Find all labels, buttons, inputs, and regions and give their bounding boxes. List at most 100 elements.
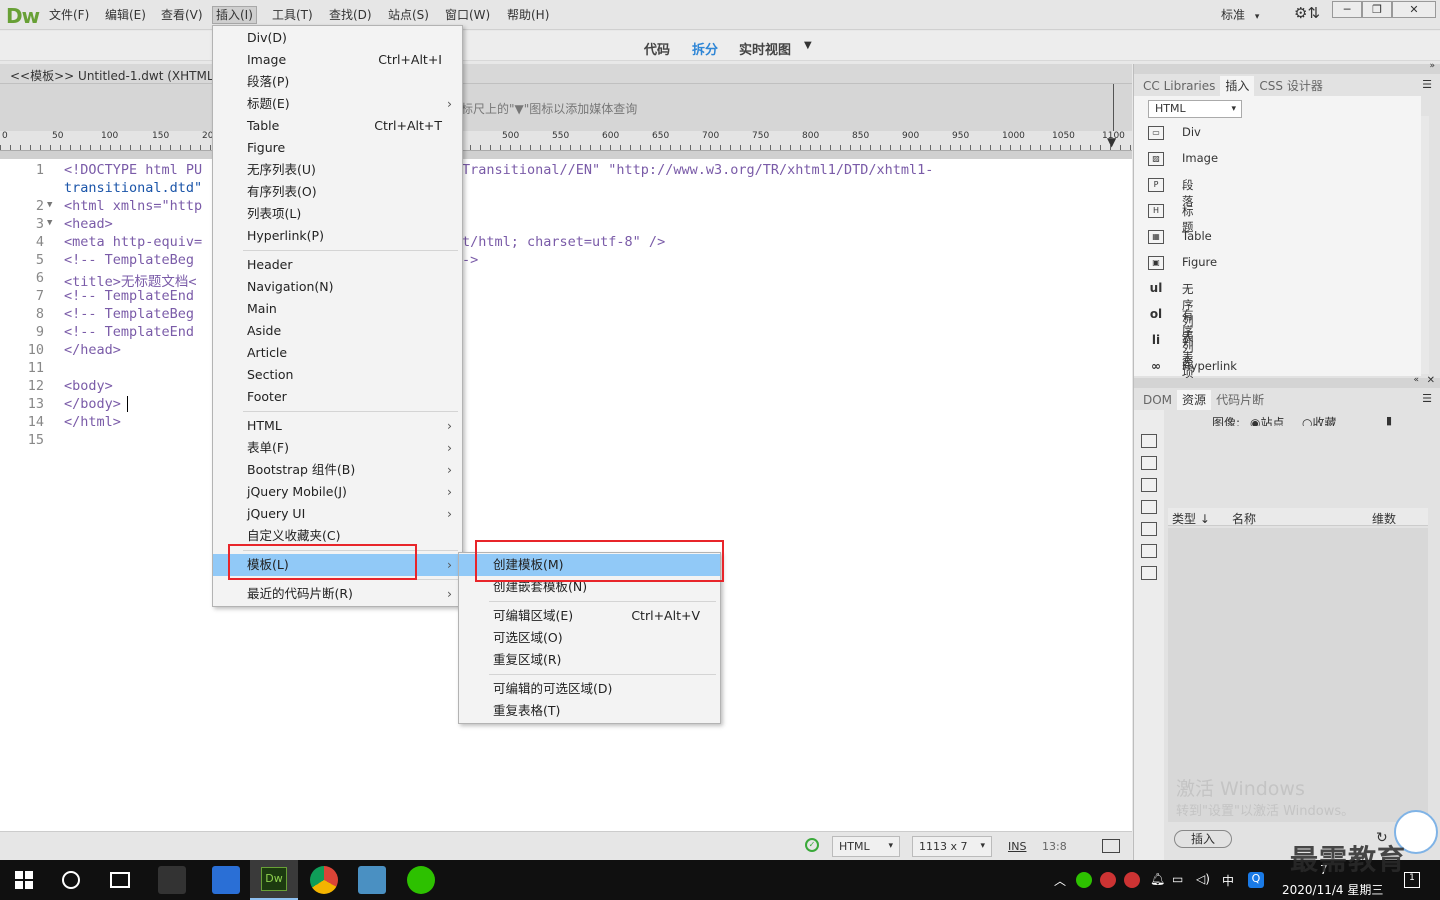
menu-insert[interactable]: 插入(I) — [212, 6, 257, 24]
menu-window[interactable]: 窗口(W) — [442, 6, 493, 24]
menu-view[interactable]: 查看(V) — [158, 6, 206, 24]
menu-item[interactable]: Table Ctrl+Alt+T — [213, 115, 462, 137]
media-query-marker-icon[interactable]: ▼ — [1107, 135, 1116, 149]
menu-site[interactable]: 站点(S) — [385, 6, 432, 24]
dreamweaver-taskbar-item[interactable]: Dw — [250, 860, 298, 900]
menu-file[interactable]: 文件(F) — [46, 6, 92, 24]
fold-arrow-icon[interactable]: ▼ — [47, 218, 52, 228]
fold-arrow-icon[interactable]: ▼ — [47, 200, 52, 210]
color-assets-icon[interactable] — [1141, 456, 1157, 470]
menu-item[interactable]: 表单(F) › — [213, 437, 462, 459]
workspace-switcher[interactable]: 标准 ▾ — [1221, 6, 1259, 23]
insert-asset-button[interactable]: 插入 — [1174, 830, 1232, 848]
menu-item[interactable]: Div(D) — [213, 27, 462, 49]
tab-css-designer[interactable]: CSS 设计器 — [1254, 76, 1327, 96]
ime-indicator[interactable]: 中 — [1222, 872, 1234, 889]
pinwheel-app-icon[interactable] — [158, 866, 186, 894]
minimize-button[interactable]: ─ — [1332, 1, 1362, 18]
code-line[interactable]: <meta http-equiv= — [64, 234, 202, 250]
task-view-icon[interactable] — [110, 872, 130, 888]
q-tray-icon[interactable]: Q — [1248, 872, 1264, 888]
menu-find[interactable]: 查找(D) — [326, 6, 375, 24]
chevron-down-icon[interactable]: ▼ — [804, 40, 812, 51]
script-assets-icon[interactable] — [1141, 522, 1157, 536]
code-line[interactable]: <!-- TemplateEnd — [64, 288, 194, 304]
split-view-button[interactable]: 拆分 — [692, 39, 718, 58]
live-view-button[interactable]: 实时视图 — [739, 39, 791, 58]
menu-item[interactable]: 段落(P) — [213, 71, 462, 93]
notepad-app-icon[interactable] — [358, 866, 386, 894]
tab-cc-libraries[interactable]: CC Libraries — [1138, 76, 1220, 96]
menu-item[interactable]: 重复表格(T) — [459, 700, 720, 722]
code-line[interactable]: <head> — [64, 216, 113, 232]
panel-menu-icon[interactable]: ☰ — [1422, 392, 1432, 405]
code-line-continued[interactable]: Transitional//EN" "http://www.w3.org/TR/… — [462, 162, 933, 178]
menu-edit[interactable]: 编辑(E) — [102, 6, 149, 24]
code-line[interactable]: <!-- TemplateBeg — [64, 306, 194, 322]
menu-item[interactable]: Image Ctrl+Alt+I — [213, 49, 462, 71]
menu-item[interactable]: 重复区域(R) — [459, 649, 720, 671]
collapse-icon[interactable]: « — [1413, 375, 1419, 385]
action-center-icon[interactable]: 1 — [1404, 872, 1420, 888]
chrome-app-icon[interactable] — [310, 866, 338, 894]
collapse-icon[interactable]: » — [1429, 61, 1435, 71]
menu-item[interactable]: Hyperlink(P) — [213, 225, 462, 247]
insert-category-select[interactable]: HTML ▾ — [1148, 100, 1242, 118]
code-line[interactable]: </body> — [64, 396, 121, 412]
tray-expand-icon[interactable]: ︿ — [1054, 872, 1066, 889]
menu-item[interactable]: jQuery UI › — [213, 503, 462, 525]
media-assets-icon[interactable] — [1141, 500, 1157, 514]
split-divider[interactable] — [0, 151, 1132, 159]
link-assets-icon[interactable] — [1141, 478, 1157, 492]
code-view-button[interactable]: 代码 — [644, 39, 670, 58]
document-type-select[interactable]: HTML ▾ — [832, 836, 900, 857]
menu-item[interactable]: Navigation(N) — [213, 276, 462, 298]
menu-item[interactable]: 无序列表(U) — [213, 159, 462, 181]
menu-item[interactable]: 可编辑区域(E) Ctrl+Alt+V — [459, 605, 720, 627]
volume-icon[interactable]: ◁) — [1196, 872, 1210, 886]
code-line[interactable]: <html xmlns="http — [64, 198, 202, 214]
column-type[interactable]: 类型 ↓ — [1172, 510, 1210, 527]
tab-insert[interactable]: 插入 — [1220, 76, 1255, 96]
menu-item[interactable]: jQuery Mobile(J) › — [213, 481, 462, 503]
menu-item[interactable]: Aside — [213, 320, 462, 342]
code-line[interactable]: <!DOCTYPE html PU — [64, 162, 202, 178]
menu-item[interactable]: HTML › — [213, 415, 462, 437]
menu-item[interactable]: 可选区域(O) — [459, 627, 720, 649]
search-icon[interactable] — [62, 871, 80, 889]
close-button[interactable]: ✕ — [1392, 1, 1436, 18]
network-icon[interactable]: ▭ — [1172, 872, 1183, 886]
window-size-select[interactable]: 1113 x 7 ▾ — [912, 836, 992, 857]
code-line[interactable]: </head> — [64, 342, 121, 358]
scrollbar[interactable] — [1421, 116, 1429, 374]
wechat-app-icon[interactable] — [407, 866, 435, 894]
code-line[interactable]: transitional.dtd" — [64, 180, 202, 196]
menu-item[interactable]: 有序列表(O) — [213, 181, 462, 203]
qq-tray-icon[interactable] — [1100, 872, 1116, 888]
code-line[interactable]: <!-- TemplateBeg — [64, 252, 194, 268]
menu-item[interactable]: Main — [213, 298, 462, 320]
notification-bell-icon[interactable]: 🔔︎ — [1150, 872, 1165, 886]
column-name[interactable]: 名称 — [1232, 510, 1256, 527]
menu-item[interactable]: Article — [213, 342, 462, 364]
document-tab[interactable]: <<模板>> Untitled-1.dwt (XHTML — [0, 64, 1132, 84]
panel-menu-icon[interactable]: ☰ — [1422, 78, 1432, 91]
menu-item[interactable]: 列表项(L) — [213, 203, 462, 225]
maximize-button[interactable]: ❐ — [1362, 1, 1392, 18]
preview-icon[interactable] — [1102, 839, 1120, 853]
menu-item[interactable]: Header — [213, 254, 462, 276]
tab-assets[interactable]: 资源 — [1177, 390, 1212, 410]
library-assets-icon[interactable] — [1141, 566, 1157, 580]
menu-item[interactable]: 标题(E) › — [213, 93, 462, 115]
code-line[interactable]: <title>无标题文档< — [64, 270, 197, 290]
windows-start-icon[interactable] — [15, 871, 33, 889]
menu-item[interactable]: 可编辑的可选区域(D) — [459, 678, 720, 700]
tab-dom[interactable]: DOM — [1138, 390, 1177, 410]
menu-tools[interactable]: 工具(T) — [269, 6, 316, 24]
close-icon[interactable]: ✕ — [1427, 375, 1435, 386]
template-assets-icon[interactable] — [1141, 544, 1157, 558]
code-line[interactable]: <!-- TemplateEnd — [64, 324, 194, 340]
code-line[interactable]: <body> — [64, 378, 113, 394]
column-dimensions[interactable]: 维数 — [1372, 510, 1396, 527]
menu-help[interactable]: 帮助(H) — [504, 6, 552, 24]
